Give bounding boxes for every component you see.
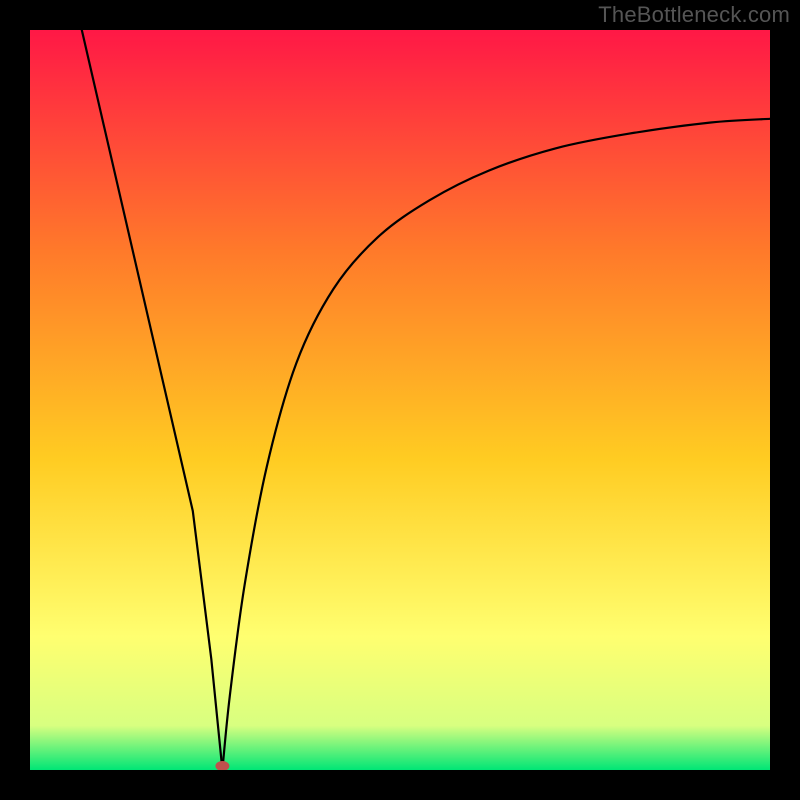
gradient-background	[30, 30, 770, 770]
plot-area	[30, 30, 770, 770]
chart-svg	[30, 30, 770, 770]
chart-frame: TheBottleneck.com	[0, 0, 800, 800]
watermark-label: TheBottleneck.com	[598, 2, 790, 28]
